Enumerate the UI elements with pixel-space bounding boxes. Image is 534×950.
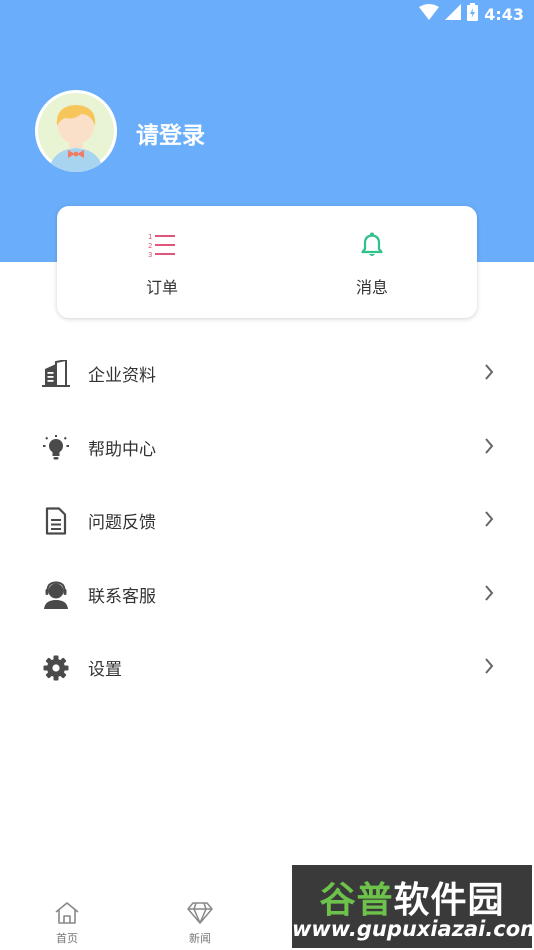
menu-item-company-info[interactable]: 企业资料 xyxy=(0,336,534,410)
customer-service-icon xyxy=(42,580,70,609)
tab-news[interactable]: 新闻 xyxy=(160,893,240,950)
lightbulb-icon xyxy=(42,434,70,462)
diamond-icon xyxy=(187,901,213,929)
tab-label: 新闻 xyxy=(189,932,211,945)
user-avatar[interactable] xyxy=(35,90,117,172)
settings-menu: 企业资料 帮助中心 问题反馈 联系客服 设置 xyxy=(0,336,534,704)
orders-label: 订单 xyxy=(145,278,178,297)
wifi-icon xyxy=(419,4,440,24)
menu-item-customer-service[interactable]: 联系客服 xyxy=(0,557,534,631)
menu-item-label: 企业资料 xyxy=(88,366,156,386)
svg-text:3: 3 xyxy=(148,251,152,258)
watermark-title: 谷普软件园 xyxy=(292,871,532,923)
quick-actions-card: 1 2 3 订单 消息 xyxy=(57,206,477,318)
watermark-title-part1: 谷普 xyxy=(319,880,394,921)
menu-item-feedback[interactable]: 问题反馈 xyxy=(0,483,534,557)
messages-label: 消息 xyxy=(355,278,388,297)
tab-label: 首页 xyxy=(56,932,78,945)
svg-text:1: 1 xyxy=(148,233,152,241)
orders-button[interactable]: 1 2 3 订单 xyxy=(57,206,267,318)
watermark-title-part2: 软件园 xyxy=(393,880,505,921)
watermark-logo: 谷普软件园 www.gupuxiazai.com xyxy=(292,865,534,948)
chevron-right-icon xyxy=(484,363,494,385)
svg-text:2: 2 xyxy=(148,242,152,250)
menu-item-help-center[interactable]: 帮助中心 xyxy=(0,410,534,484)
messages-button[interactable]: 消息 xyxy=(267,206,477,318)
chevron-right-icon xyxy=(484,584,494,606)
status-time: 4:43 xyxy=(484,4,524,24)
chevron-right-icon xyxy=(484,510,494,532)
watermark-url: www.gupuxiazai.com xyxy=(292,917,534,941)
signal-icon xyxy=(445,4,462,24)
menu-item-label: 帮助中心 xyxy=(88,439,156,460)
building-icon xyxy=(42,358,70,388)
gear-icon xyxy=(42,654,70,682)
menu-item-settings[interactable]: 设置 xyxy=(0,630,534,704)
menu-item-label: 联系客服 xyxy=(88,586,156,607)
battery-icon xyxy=(467,3,479,25)
tab-home[interactable]: 首页 xyxy=(27,893,107,950)
chevron-right-icon xyxy=(484,437,494,459)
bell-icon xyxy=(360,232,384,262)
document-icon xyxy=(42,507,70,535)
avatar-illustration xyxy=(38,93,114,172)
login-prompt[interactable]: 请登录 xyxy=(136,116,205,150)
menu-item-label: 问题反馈 xyxy=(88,513,156,533)
chevron-right-icon xyxy=(484,657,494,679)
order-list-icon: 1 2 3 xyxy=(148,232,176,262)
home-icon xyxy=(54,901,80,929)
status-bar: 4:43 xyxy=(0,0,534,28)
menu-item-label: 设置 xyxy=(88,660,122,680)
